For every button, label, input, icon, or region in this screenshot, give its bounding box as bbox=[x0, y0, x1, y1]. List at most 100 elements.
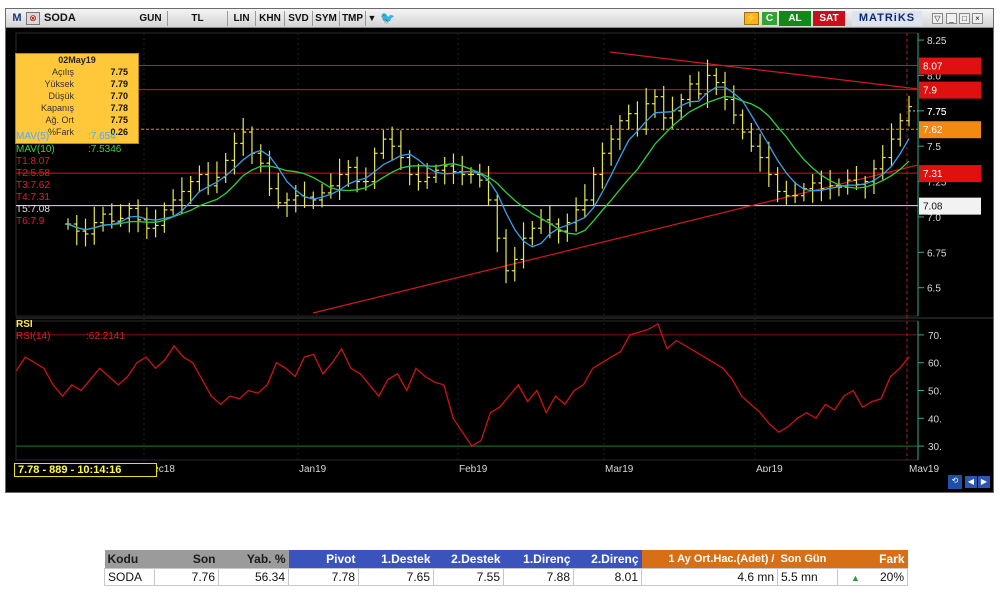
level-tag-label: 7.62 bbox=[923, 125, 943, 136]
info-label: Yüksek bbox=[44, 79, 74, 89]
last-price-label: 7.75 bbox=[927, 107, 947, 118]
info-value: 7.78 bbox=[110, 103, 128, 113]
up-arrow-icon: ▲ bbox=[851, 572, 860, 583]
cell-direnc2: 8.01 bbox=[573, 567, 642, 586]
x-axis-month-label: Jan19 bbox=[299, 464, 327, 472]
target-legend: T6:7.9 bbox=[16, 216, 45, 227]
mav10-line bbox=[67, 95, 910, 235]
c-button[interactable]: C bbox=[762, 12, 777, 25]
svd-button[interactable]: SVD bbox=[285, 11, 313, 26]
rsi-title: RSI bbox=[16, 319, 33, 330]
resistance-trendline bbox=[609, 51, 919, 90]
matriks-logo-icon: M bbox=[12, 12, 22, 24]
mav10-legend-label: MAV(10) bbox=[16, 144, 55, 155]
scroll-left-icon[interactable]: ◀ bbox=[965, 476, 977, 488]
rsi-tick-label: 50. bbox=[928, 387, 942, 398]
mav5-legend-value: :7.654 bbox=[88, 131, 116, 142]
dropdown-caret-icon[interactable]: ▼ bbox=[366, 11, 378, 26]
rsi-tick-label: 60. bbox=[928, 359, 942, 370]
refresh-icon[interactable]: ⟲ bbox=[948, 475, 962, 489]
price-tick-label: 6.5 bbox=[927, 284, 941, 295]
target-legend: T4:7.31 bbox=[16, 192, 50, 203]
lightning-icon[interactable]: ⚡ bbox=[744, 12, 759, 25]
last-trade-status: 7.78 - 889 - 10:14:16 bbox=[14, 463, 157, 477]
chart-window: M ⊗ SODA GUN TL LIN KHN SVD SYM TMP ▼ 🐦 … bbox=[5, 8, 994, 493]
col-direnc1: 1.Direnç bbox=[503, 550, 574, 568]
info-value: 7.75 bbox=[110, 67, 128, 77]
tmp-button[interactable]: TMP bbox=[340, 11, 366, 26]
cell-yab: 56.34 bbox=[218, 567, 289, 586]
info-date: 02May19 bbox=[58, 55, 96, 65]
minimize-icon[interactable]: _ bbox=[946, 13, 957, 24]
col-fark: Fark bbox=[837, 550, 908, 568]
col-son: Son bbox=[154, 550, 219, 568]
col-pivot: Pivot bbox=[288, 550, 359, 568]
cell-pivot: 7.78 bbox=[288, 567, 359, 586]
info-value: 7.79 bbox=[110, 79, 128, 89]
info-label: Kapanış bbox=[40, 103, 74, 113]
price-tick-label: 6.75 bbox=[927, 248, 947, 259]
level-tag-label: 7.08 bbox=[923, 202, 943, 213]
table-row: SODA 7.76 56.34 7.78 7.65 7.55 7.88 8.01… bbox=[104, 567, 908, 586]
filter-icon[interactable]: ▽ bbox=[932, 13, 943, 24]
cell-fark: ▲ 20% bbox=[837, 567, 908, 586]
rsi-tick-label: 40. bbox=[928, 414, 942, 425]
target-legend: T5:7.08 bbox=[16, 204, 50, 215]
price-panel-frame bbox=[15, 32, 919, 317]
col-son-gun: Son Gün bbox=[777, 550, 838, 568]
col-kodu: Kodu bbox=[104, 550, 155, 568]
toolbar: M ⊗ SODA GUN TL LIN KHN SVD SYM TMP ▼ 🐦 … bbox=[6, 9, 993, 28]
info-value: 7.75 bbox=[110, 115, 128, 125]
info-label: Düşük bbox=[48, 91, 74, 101]
khn-button[interactable]: KHN bbox=[256, 11, 285, 26]
mav10-legend-value: :7.5346 bbox=[88, 144, 122, 155]
mav5-legend-label: MAV(5) bbox=[16, 131, 50, 142]
line-button[interactable]: LIN bbox=[228, 11, 256, 26]
x-axis-month-label: May19 bbox=[909, 464, 939, 472]
period-gun-button[interactable]: GUN bbox=[134, 11, 168, 26]
cell-son-gun: 5.5 mn bbox=[777, 567, 838, 586]
info-value: 7.70 bbox=[110, 91, 128, 101]
cell-ort-hac: 4.6 mn bbox=[641, 567, 778, 586]
support-trendline bbox=[312, 164, 919, 314]
level-tag-label: 7.31 bbox=[923, 169, 943, 180]
rsi-tick-label: 70. bbox=[928, 331, 942, 342]
cell-son: 7.76 bbox=[154, 567, 219, 586]
target-legend: T1:8.07 bbox=[16, 156, 50, 167]
rsi-tick-label: 30. bbox=[928, 442, 942, 453]
target-legend: T2:5.58 bbox=[16, 168, 50, 179]
level-tag-label: 7.9 bbox=[923, 86, 937, 97]
col-destek2: 2.Destek bbox=[433, 550, 504, 568]
info-label: Ağ. Ort bbox=[45, 115, 74, 125]
cell-kodu: SODA bbox=[104, 567, 155, 586]
price-tick-label: 8.25 bbox=[927, 36, 947, 47]
x-axis-month-label: Mar19 bbox=[605, 464, 634, 472]
close-icon[interactable]: × bbox=[972, 13, 983, 24]
symbol-menu-icon[interactable]: ⊗ bbox=[26, 12, 40, 25]
maximize-icon[interactable]: □ bbox=[959, 13, 970, 24]
fark-value: 20% bbox=[879, 569, 904, 584]
sell-button[interactable]: SAT bbox=[813, 11, 845, 26]
rsi-line bbox=[15, 322, 910, 447]
chart-area[interactable]: 6.5 6.75 7.0 7.25 7.5 7.75 8.0 8.25 30. 40. 50. 60.… bbox=[6, 29, 993, 472]
buy-button[interactable]: AL bbox=[779, 11, 811, 26]
symbol-field[interactable]: SODA bbox=[44, 11, 104, 26]
col-direnc2: 2.Direnç bbox=[573, 550, 642, 568]
cell-destek2: 7.55 bbox=[433, 567, 504, 586]
cell-direnc1: 7.88 bbox=[503, 567, 574, 586]
level-tag-label: 8.07 bbox=[923, 62, 943, 73]
target-legend: T3:7.62 bbox=[16, 180, 50, 191]
twitter-icon[interactable]: 🐦 bbox=[380, 11, 395, 26]
rsi-legend-value: :62.2141 bbox=[86, 331, 125, 342]
chart-nav: ⟲ ◀ ▶ bbox=[946, 471, 994, 493]
price-tick-label: 7.5 bbox=[927, 142, 941, 153]
rsi-legend-label: RSI(14) bbox=[16, 331, 51, 342]
currency-tl-button[interactable]: TL bbox=[168, 11, 228, 26]
cell-destek1: 7.65 bbox=[358, 567, 434, 586]
summary-table: Kodu Son Yab. % Pivot 1.Destek 2.Destek … bbox=[104, 550, 908, 586]
x-axis-month-label: Feb19 bbox=[459, 464, 488, 472]
col-yab: Yab. % bbox=[218, 550, 289, 568]
scroll-right-icon[interactable]: ▶ bbox=[978, 476, 990, 488]
sym-button[interactable]: SYM bbox=[313, 11, 340, 26]
x-axis-month-label: Apr19 bbox=[756, 464, 783, 472]
